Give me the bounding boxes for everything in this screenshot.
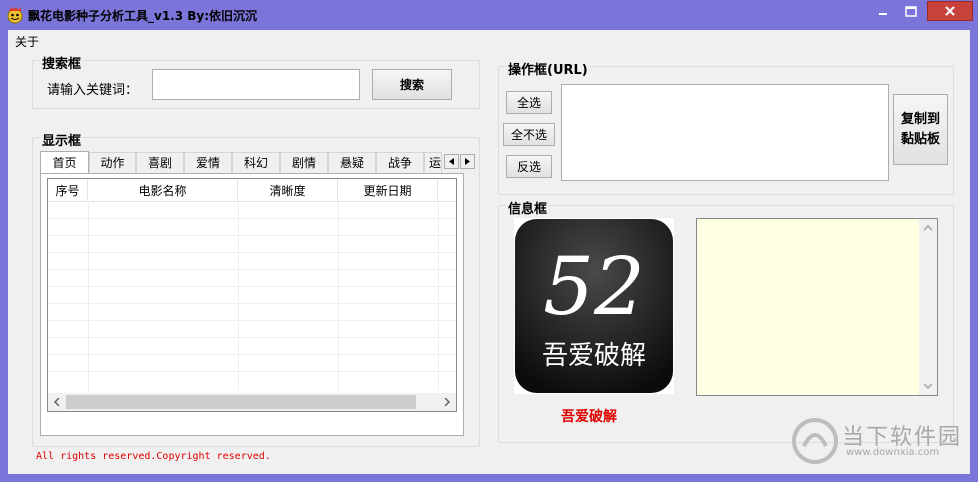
row-line bbox=[48, 235, 456, 236]
menu-bar: 关于 bbox=[8, 30, 970, 50]
arrow-right-icon bbox=[464, 158, 470, 165]
tab-scifi[interactable]: 科幻 bbox=[232, 152, 280, 172]
logo-text: 吾爱破解 bbox=[542, 341, 646, 371]
copy-button-label-line2: 黏贴板 bbox=[900, 131, 940, 147]
scroll-right-button[interactable] bbox=[439, 394, 455, 410]
info-group: 信息框 52 吾爱破解 吾爱破解 bbox=[498, 198, 954, 443]
arrow-left-icon bbox=[448, 158, 454, 165]
chevron-up-icon bbox=[924, 225, 932, 231]
scroll-left-button[interactable] bbox=[49, 394, 65, 410]
minimize-icon bbox=[879, 13, 887, 15]
row-line bbox=[48, 218, 456, 219]
category-tabs: 首页 动作 喜剧 爱情 科幻 剧情 悬疑 战争 运 bbox=[40, 151, 475, 174]
invert-selection-button[interactable]: 反选 bbox=[506, 155, 552, 178]
scrollbar-thumb[interactable] bbox=[66, 395, 416, 409]
row-line bbox=[48, 252, 456, 253]
keyword-label: 请输入关键词： bbox=[47, 83, 139, 98]
operation-group: 操作框(URL) 全选 全不选 反选 复制到 黏贴板 bbox=[498, 59, 954, 195]
minimize-button[interactable] bbox=[870, 1, 896, 21]
watermark-logo bbox=[790, 416, 840, 466]
menu-item-about[interactable]: 关于 bbox=[15, 33, 39, 50]
select-all-button[interactable]: 全选 bbox=[506, 91, 552, 114]
column-divider bbox=[88, 201, 89, 391]
row-line bbox=[48, 320, 456, 321]
row-line bbox=[48, 337, 456, 338]
column-header-movie-name[interactable]: 电影名称 bbox=[88, 179, 238, 201]
client-area: 关于 搜索框 请输入关键词： 搜索 显示框 首页 动作 喜剧 爱情 科幻 剧情 … bbox=[8, 30, 970, 474]
logo-image: 52 吾爱破解 bbox=[514, 218, 674, 394]
column-divider bbox=[238, 201, 239, 391]
display-group-title: 显示框 bbox=[40, 130, 84, 149]
maximize-button[interactable] bbox=[897, 1, 925, 21]
tab-more[interactable]: 运 bbox=[424, 152, 442, 172]
movie-list[interactable]: 序号 电影名称 清晰度 更新日期 bbox=[47, 178, 457, 412]
tab-panel: 序号 电影名称 清晰度 更新日期 bbox=[40, 173, 464, 436]
title-bar[interactable]: 飘花电影种子分析工具_v1.3 By:依旧沉沉 bbox=[0, 0, 978, 30]
info-group-title: 信息框 bbox=[506, 198, 550, 217]
close-icon bbox=[945, 6, 955, 16]
tab-home[interactable]: 首页 bbox=[40, 151, 89, 173]
copy-button-label-line1: 复制到 bbox=[900, 111, 940, 127]
url-textarea[interactable] bbox=[561, 84, 889, 181]
maximize-icon bbox=[905, 5, 917, 17]
logo-caption: 吾爱破解 bbox=[561, 409, 617, 425]
operation-group-title: 操作框(URL) bbox=[506, 59, 590, 78]
search-group: 搜索框 请输入关键词： 搜索 bbox=[32, 53, 480, 109]
row-line bbox=[48, 269, 456, 270]
column-header-index[interactable]: 序号 bbox=[48, 179, 88, 201]
watermark-url: www.downxia.com bbox=[846, 447, 940, 458]
tab-suspense[interactable]: 悬疑 bbox=[328, 152, 376, 172]
tab-scroll-left-button[interactable] bbox=[444, 154, 459, 169]
chevron-down-icon bbox=[924, 383, 932, 389]
vertical-scrollbar[interactable] bbox=[919, 219, 937, 395]
scroll-up-button[interactable] bbox=[920, 220, 936, 236]
tab-war[interactable]: 战争 bbox=[376, 152, 424, 172]
tab-romance[interactable]: 爱情 bbox=[184, 152, 232, 172]
scroll-down-button[interactable] bbox=[920, 378, 936, 394]
close-button[interactable] bbox=[927, 1, 973, 21]
horizontal-scrollbar[interactable] bbox=[48, 393, 456, 411]
tab-drama[interactable]: 剧情 bbox=[280, 152, 328, 172]
window-title: 飘花电影种子分析工具_v1.3 By:依旧沉沉 bbox=[28, 9, 258, 23]
logo-number: 52 bbox=[543, 240, 645, 333]
header-divider bbox=[48, 201, 456, 202]
tab-scroll-right-button[interactable] bbox=[460, 154, 475, 169]
chevron-left-icon bbox=[54, 398, 60, 406]
row-line bbox=[48, 303, 456, 304]
chevron-right-icon bbox=[444, 398, 450, 406]
row-line bbox=[48, 354, 456, 355]
column-divider bbox=[438, 201, 439, 391]
search-group-title: 搜索框 bbox=[40, 53, 84, 72]
tab-comedy[interactable]: 喜剧 bbox=[136, 152, 184, 172]
info-textbox[interactable] bbox=[696, 218, 938, 396]
copy-to-clipboard-button[interactable]: 复制到 黏贴板 bbox=[893, 94, 948, 165]
tab-action[interactable]: 动作 bbox=[89, 152, 136, 172]
keyword-input[interactable] bbox=[152, 69, 360, 100]
select-none-button[interactable]: 全不选 bbox=[503, 123, 555, 146]
column-header-update-date[interactable]: 更新日期 bbox=[338, 179, 438, 201]
display-group: 显示框 首页 动作 喜剧 爱情 科幻 剧情 悬疑 战争 运 序号 电影名称 清晰… bbox=[32, 130, 480, 447]
search-button[interactable]: 搜索 bbox=[372, 69, 452, 100]
row-line bbox=[48, 371, 456, 372]
column-divider bbox=[338, 201, 339, 391]
column-header-quality[interactable]: 清晰度 bbox=[238, 179, 338, 201]
app-icon bbox=[6, 6, 24, 24]
copyright-text: All rights reserved.Copyright reserved. bbox=[36, 451, 271, 462]
row-line bbox=[48, 286, 456, 287]
